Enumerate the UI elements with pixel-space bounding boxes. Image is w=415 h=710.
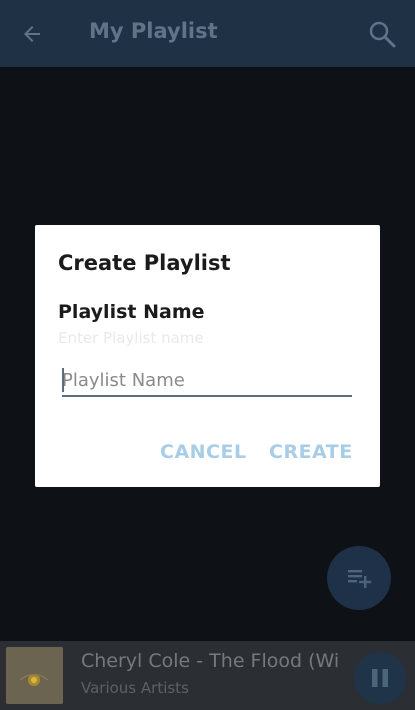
album-art-image	[6, 647, 63, 704]
cancel-button[interactable]: CANCEL	[160, 441, 247, 463]
playlist-name-input[interactable]	[62, 365, 352, 397]
pause-icon	[372, 669, 388, 687]
pause-button[interactable]	[354, 652, 406, 704]
back-button[interactable]	[18, 20, 46, 48]
now-playing-bar[interactable]: Cheryl Cole - The Flood (Wi Various Arti…	[0, 641, 415, 710]
playlist-name-hint: Enter Playlist name	[58, 329, 204, 347]
search-button[interactable]	[367, 19, 397, 49]
create-button[interactable]: CREATE	[269, 441, 353, 463]
now-playing-artist: Various Artists	[81, 679, 189, 697]
playlist-add-icon	[348, 570, 372, 588]
text-cursor	[62, 368, 64, 392]
app-bar: My Playlist	[0, 0, 415, 67]
album-art[interactable]	[6, 647, 63, 704]
dialog-title: Create Playlist	[58, 251, 231, 275]
add-playlist-button[interactable]	[327, 546, 391, 610]
now-playing-title: Cheryl Cole - The Flood (Wi	[81, 650, 340, 672]
page-title: My Playlist	[89, 19, 218, 43]
create-playlist-dialog: Create Playlist Playlist Name Enter Play…	[35, 225, 380, 487]
search-icon	[369, 21, 396, 48]
arrow-left-icon	[24, 26, 40, 42]
playlist-name-label: Playlist Name	[58, 301, 205, 323]
